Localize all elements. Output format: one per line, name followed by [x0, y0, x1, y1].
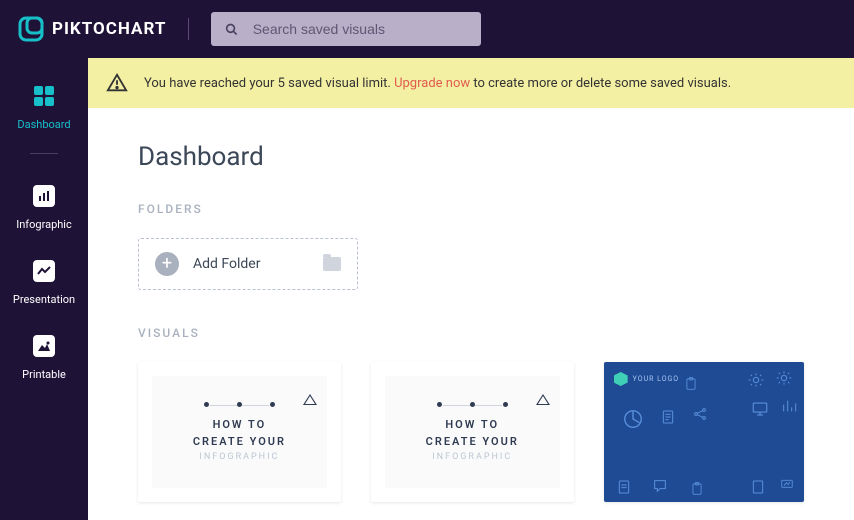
- visual-title: HOW TOCREATE YOUR: [193, 417, 286, 450]
- gear-icon: [748, 372, 764, 388]
- warning-icon: [106, 72, 128, 94]
- visual-subtitle: INFOGRAPHIC: [432, 452, 512, 462]
- sidebar-item-dashboard[interactable]: Dashboard: [0, 72, 88, 147]
- bar-chart-icon: [780, 398, 798, 414]
- visual-subtitle: INFOGRAPHIC: [199, 452, 279, 462]
- add-folder-button[interactable]: + Add Folder: [138, 238, 358, 290]
- hexagon-icon: [614, 372, 628, 386]
- sidebar-item-label: Printable: [22, 368, 66, 381]
- folders-heading: FOLDERS: [138, 202, 804, 216]
- visuals-heading: VISUALS: [138, 326, 804, 340]
- document-icon: [750, 478, 766, 496]
- visual-card[interactable]: HOW TOCREATE YOUR INFOGRAPHIC: [138, 362, 341, 502]
- sidebar-item-label: Presentation: [13, 293, 75, 306]
- sidebar-item-label: Infographic: [16, 218, 72, 231]
- sidebar-item-presentation[interactable]: Presentation: [0, 247, 88, 322]
- sidebar: Dashboard Infographic Presentation: [0, 58, 88, 520]
- printable-icon: [33, 335, 55, 357]
- document-icon: [660, 408, 676, 426]
- clipboard-icon: [684, 376, 698, 392]
- monitor-icon: [750, 400, 770, 418]
- visual-card[interactable]: HOW TOCREATE YOUR INFOGRAPHIC: [371, 362, 574, 502]
- sidebar-item-label: Dashboard: [17, 118, 70, 131]
- search-icon: [225, 22, 238, 37]
- sidebar-item-infographic[interactable]: Infographic: [0, 172, 88, 247]
- sidebar-item-printable[interactable]: Printable: [0, 322, 88, 397]
- main-content: You have reached your 5 saved visual lim…: [88, 58, 854, 520]
- limit-banner: You have reached your 5 saved visual lim…: [88, 58, 854, 108]
- dashboard-icon: [32, 84, 56, 108]
- share-icon: [692, 406, 708, 422]
- infographic-icon: [33, 185, 55, 207]
- triangle-icon: [536, 394, 550, 405]
- topbar-divider: [188, 18, 189, 40]
- search-box[interactable]: [211, 12, 481, 46]
- add-folder-label: Add Folder: [193, 256, 309, 272]
- visual-logo-corner: YOUR LOGO: [614, 372, 679, 386]
- pie-icon: [622, 408, 644, 430]
- presentation-icon: [778, 478, 796, 492]
- presentation-icon: [33, 260, 55, 282]
- visuals-row: HOW TOCREATE YOUR INFOGRAPHIC HOW TOCREA…: [138, 362, 804, 502]
- visual-card[interactable]: YOUR LOGO: [604, 362, 804, 502]
- logo-mark-icon: [18, 16, 44, 42]
- sidebar-separator: [30, 153, 58, 154]
- plus-icon: +: [155, 252, 179, 276]
- upgrade-link[interactable]: Upgrade now: [394, 76, 470, 91]
- gear-icon: [776, 370, 792, 386]
- document-icon: [616, 478, 632, 496]
- visual-title: HOW TOCREATE YOUR: [426, 417, 519, 450]
- page-title: Dashboard: [138, 142, 804, 172]
- top-bar: PIKTOCHART: [0, 0, 854, 58]
- triangle-icon: [303, 394, 317, 405]
- chat-icon: [652, 478, 668, 494]
- clipboard-icon: [690, 480, 704, 498]
- brand-name: PIKTOCHART: [52, 19, 166, 39]
- search-input[interactable]: [253, 21, 468, 37]
- brand-logo[interactable]: PIKTOCHART: [18, 16, 166, 42]
- folder-icon: [323, 257, 341, 271]
- banner-text: You have reached your 5 saved visual lim…: [144, 76, 731, 91]
